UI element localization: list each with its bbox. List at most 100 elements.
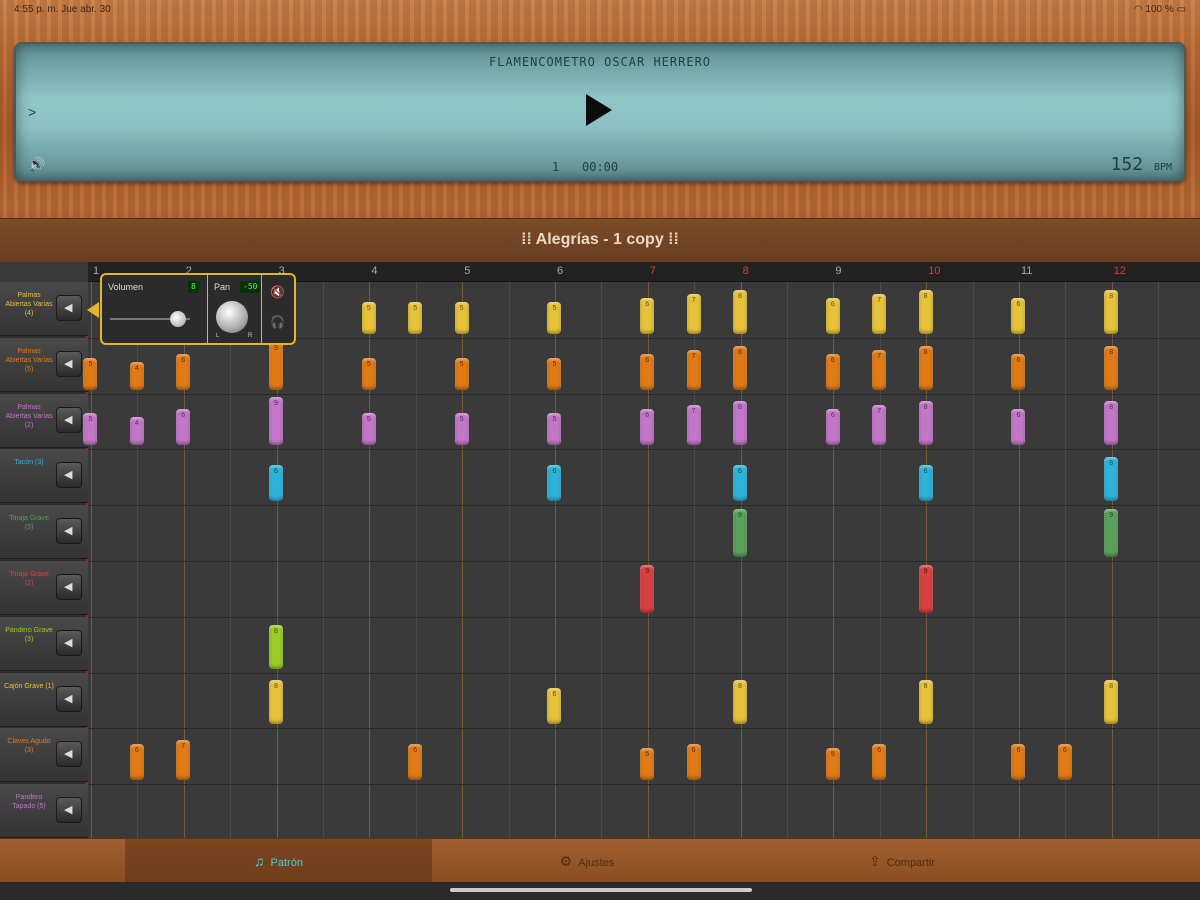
tab-ajustes[interactable]: ⚙ Ajustes bbox=[432, 839, 742, 883]
volume-slider-thumb[interactable] bbox=[170, 311, 186, 327]
note-block[interactable]: 6 bbox=[825, 409, 840, 446]
track-mute-button[interactable]: ◀ bbox=[56, 797, 82, 824]
note-block[interactable]: 9 bbox=[733, 509, 747, 557]
track-label[interactable]: Pandero Grave (3) ◀ bbox=[0, 616, 88, 671]
note-block[interactable]: 7 bbox=[686, 293, 701, 334]
tab-patrón[interactable]: ♫ Patrón bbox=[125, 839, 432, 883]
track-label[interactable]: Palmas Abiertas Varias (5) ◀ bbox=[0, 337, 88, 392]
note-block[interactable]: 6 bbox=[640, 409, 655, 446]
note-block[interactable]: 5 bbox=[454, 413, 469, 446]
track-label[interactable]: Tacón (3) ◀ bbox=[0, 449, 88, 504]
note-block[interactable]: 5 bbox=[825, 748, 840, 781]
note-block[interactable]: 6 bbox=[733, 465, 747, 502]
note-block[interactable]: 8 bbox=[918, 289, 933, 334]
note-block[interactable]: 6 bbox=[176, 353, 191, 390]
note-block[interactable]: 5 bbox=[547, 357, 562, 390]
note-block[interactable]: 8 bbox=[1104, 345, 1119, 390]
track-mute-button[interactable]: ◀ bbox=[56, 295, 82, 321]
note-block[interactable]: 9 bbox=[640, 564, 655, 613]
note-block[interactable]: 5 bbox=[454, 357, 469, 390]
note-block[interactable]: 6 bbox=[640, 297, 655, 334]
note-block[interactable]: 7 bbox=[872, 349, 887, 390]
track-mute-button[interactable]: ◀ bbox=[56, 518, 82, 545]
note-block[interactable]: 6 bbox=[129, 744, 144, 781]
track-mute-button[interactable]: ◀ bbox=[56, 629, 82, 656]
bpm-display[interactable]: 152 BPM bbox=[1111, 154, 1172, 175]
note-block[interactable]: 8 bbox=[733, 289, 747, 334]
note-block[interactable]: 5 bbox=[640, 748, 655, 781]
note-block[interactable]: 6 bbox=[1011, 409, 1026, 446]
pattern-title[interactable]: ⁞⁞ Alegrías - 1 copy ⁞⁞ bbox=[0, 231, 1200, 249]
track-label[interactable]: Claves Agudo (3) ◀ bbox=[0, 728, 88, 783]
track-mute-button[interactable]: ◀ bbox=[56, 350, 82, 377]
pan-knob[interactable] bbox=[216, 301, 248, 333]
note-block[interactable]: 8 bbox=[733, 345, 747, 390]
note-block[interactable]: 6 bbox=[1011, 353, 1026, 390]
track-label[interactable]: Pandero Tapado (5) ◀ bbox=[0, 784, 88, 839]
mute-toggle-icon[interactable]: 🔇 bbox=[270, 285, 285, 299]
note-block[interactable]: 5 bbox=[547, 301, 562, 334]
track-mute-button[interactable]: ◀ bbox=[56, 741, 82, 768]
play-button[interactable] bbox=[586, 94, 612, 126]
note-block[interactable]: 5 bbox=[361, 413, 376, 446]
note-block[interactable]: 5 bbox=[408, 301, 423, 334]
pattern-grid[interactable]: 1 2 3 4 5 6 7 8 9 10 11 12 Palmas Abiertas Varias (… bbox=[0, 262, 1200, 841]
note-block[interactable]: 4 bbox=[129, 417, 144, 446]
note-block[interactable]: 9 bbox=[918, 564, 933, 613]
track-label[interactable]: Tinaja Grave (3) ◀ bbox=[0, 505, 88, 560]
note-block[interactable]: 8 bbox=[918, 345, 933, 390]
note-block[interactable]: 8 bbox=[1104, 680, 1119, 725]
note-block[interactable]: 6 bbox=[1011, 297, 1026, 334]
note-block[interactable]: 4 bbox=[129, 361, 144, 390]
note-block[interactable]: 5 bbox=[454, 301, 469, 334]
note-block[interactable]: 8 bbox=[269, 624, 283, 669]
expand-chevron-icon[interactable]: > bbox=[28, 104, 36, 120]
track-mute-button[interactable]: ◀ bbox=[56, 406, 82, 433]
track-label[interactable]: Cajón Grave (1) ◀ bbox=[0, 672, 88, 727]
tab-compartir[interactable]: ⇪ Compartir bbox=[742, 839, 1062, 883]
note-block[interactable]: 6 bbox=[640, 353, 655, 390]
note-block[interactable]: 7 bbox=[686, 349, 701, 390]
note-block[interactable]: 8 bbox=[1104, 401, 1119, 446]
note-block[interactable]: 8 bbox=[1104, 289, 1119, 334]
track-mute-button[interactable]: ◀ bbox=[56, 685, 82, 712]
note-block[interactable]: 9 bbox=[269, 341, 283, 390]
volume-speaker-icon[interactable]: 🔊 bbox=[28, 156, 45, 173]
note-block[interactable]: 6 bbox=[547, 465, 562, 502]
track-mute-button[interactable]: ◀ bbox=[56, 462, 82, 489]
track-label[interactable]: Tinaja Grave (2) ◀ bbox=[0, 561, 88, 615]
note-block[interactable]: 6 bbox=[408, 744, 423, 781]
note-block[interactable]: 5 bbox=[83, 413, 98, 446]
note-block[interactable]: 9 bbox=[269, 397, 283, 446]
note-block[interactable]: 6 bbox=[547, 688, 562, 725]
note-block[interactable]: 6 bbox=[825, 353, 840, 390]
note-block[interactable]: 8 bbox=[733, 401, 747, 446]
note-block[interactable]: 7 bbox=[872, 293, 887, 334]
note-block[interactable]: 6 bbox=[825, 297, 840, 334]
note-block[interactable]: 6 bbox=[686, 744, 701, 781]
note-block[interactable]: 8 bbox=[269, 680, 283, 725]
track-label[interactable]: Palmas Abiertas Varias (4) ◀ bbox=[0, 282, 88, 336]
note-block[interactable]: 6 bbox=[1057, 744, 1072, 781]
note-block[interactable]: 5 bbox=[361, 301, 376, 334]
note-block[interactable]: 6 bbox=[1011, 744, 1026, 781]
note-value: 6 bbox=[134, 747, 139, 755]
note-block[interactable]: 5 bbox=[547, 413, 562, 446]
note-block[interactable]: 7 bbox=[176, 740, 191, 781]
note-block[interactable]: 6 bbox=[872, 744, 887, 781]
note-block[interactable]: 8 bbox=[733, 680, 747, 725]
note-block[interactable]: 6 bbox=[269, 465, 283, 502]
note-block[interactable]: 7 bbox=[872, 405, 887, 446]
note-block[interactable]: 6 bbox=[176, 409, 191, 446]
track-label[interactable]: Palmas Abiertas Varias (2) ◀ bbox=[0, 393, 88, 448]
track-mute-button[interactable]: ◀ bbox=[56, 574, 82, 600]
note-block[interactable]: 6 bbox=[918, 465, 933, 502]
note-block[interactable]: 8 bbox=[1104, 457, 1119, 502]
note-block[interactable]: 9 bbox=[1104, 509, 1119, 557]
note-block[interactable]: 7 bbox=[686, 405, 701, 446]
note-block[interactable]: 5 bbox=[361, 357, 376, 390]
note-block[interactable]: 5 bbox=[83, 357, 98, 390]
note-block[interactable]: 8 bbox=[918, 680, 933, 725]
note-block[interactable]: 8 bbox=[918, 401, 933, 446]
headphones-solo-icon[interactable]: 🎧 bbox=[270, 315, 285, 329]
